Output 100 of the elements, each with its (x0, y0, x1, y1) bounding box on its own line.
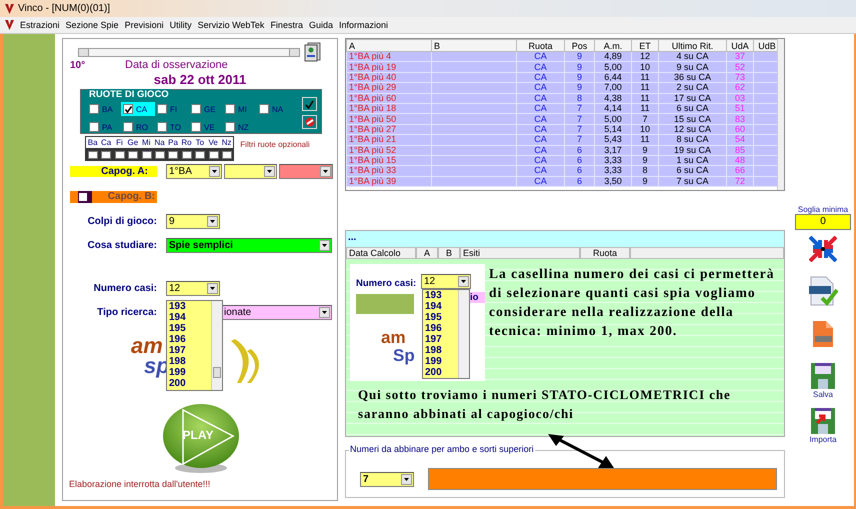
dropdown-option[interactable]: 198 (169, 356, 211, 367)
filters-note: Filtri ruote opzionali (240, 140, 310, 149)
checkbox[interactable] (157, 122, 167, 132)
menu-item[interactable]: Sezione Spie (62, 20, 122, 30)
filter-label: Ve (206, 137, 220, 148)
dropdown-option: 198 (425, 345, 458, 356)
menu-item[interactable]: Servizio WebTek (194, 20, 268, 30)
checkbox[interactable] (259, 104, 269, 114)
menu-item[interactable]: Utility (166, 20, 195, 30)
table-cell: 1°BA più 21 (346, 134, 432, 146)
checkbox[interactable] (225, 122, 235, 132)
filter-checkbox[interactable] (168, 151, 178, 159)
dropdown-option: 194 (425, 301, 458, 312)
dropdown-option: 199 (425, 356, 458, 367)
dropdown-option[interactable]: 200 (169, 378, 211, 389)
filter-checkbox[interactable] (208, 151, 219, 159)
checkbox[interactable] (225, 104, 235, 114)
filter-checkbox[interactable] (142, 151, 152, 159)
vertical-scrollbar[interactable] (211, 301, 222, 390)
note-text: Qui sotto troviamo i numeri STATO-CICLOMETRICI che saranno abbinati al capogioco/chi (358, 386, 732, 423)
dropdown[interactable]: 12 (421, 274, 471, 289)
column-header[interactable]: A (416, 247, 438, 259)
checkbox[interactable] (191, 122, 201, 132)
caret-icon (210, 287, 215, 290)
checkbox[interactable] (191, 104, 201, 114)
column-header[interactable]: Ruota (516, 40, 564, 52)
filter-label: Na (152, 137, 166, 148)
wheel-label: TO (170, 122, 181, 132)
checkbox[interactable] (89, 122, 99, 132)
filter-label: Mi (140, 137, 153, 148)
dropdown-option[interactable]: 195 (169, 323, 211, 334)
column-header[interactable]: Esiti (460, 247, 580, 259)
dropdown-option[interactable]: 196 (169, 334, 211, 345)
checkbox[interactable] (89, 104, 99, 114)
column-header[interactable]: Ruota (580, 247, 630, 259)
column-header[interactable]: Pos (564, 40, 594, 52)
dropdown[interactable] (224, 164, 277, 179)
wheel-label: RO (136, 122, 148, 132)
column-header[interactable]: A (346, 40, 432, 52)
column-header[interactable]: Data Calcolo (346, 247, 416, 259)
column-header[interactable]: A.m. (594, 40, 632, 52)
table-cell: 1°BA più 40 (346, 72, 432, 83)
color-block (356, 294, 414, 314)
caret-icon (322, 244, 327, 247)
dropdown-option[interactable]: 199 (169, 367, 211, 378)
dropdown-option: 193 (425, 290, 458, 301)
counter-label: 10° (70, 60, 86, 70)
select-all-button[interactable] (302, 97, 317, 111)
dropdown[interactable]: 9 (166, 214, 220, 229)
filter-label: Nz (220, 137, 234, 148)
arrows-inward-icon[interactable] (809, 236, 837, 262)
vertical-scrollbar[interactable] (777, 39, 784, 190)
dropdown[interactable]: 1°BA (166, 164, 222, 179)
filter-checkbox[interactable] (101, 151, 112, 159)
dropdown-option[interactable]: 197 (169, 345, 211, 356)
logo-text: am (131, 335, 163, 357)
dropdown[interactable]: 12 (166, 281, 220, 296)
column-header[interactable]: B (438, 247, 460, 259)
checkbox[interactable] (123, 104, 133, 114)
filter-checkbox[interactable] (128, 151, 138, 159)
clear-button[interactable] (302, 115, 317, 129)
column-header[interactable]: Ultimo Rit. (658, 40, 726, 52)
floppy-import-icon[interactable] (810, 407, 836, 435)
dropdown[interactable]: Spie semplici (166, 238, 332, 253)
menu-item[interactable]: Guida (306, 20, 336, 30)
field-label: Capog. A: (70, 166, 157, 177)
dropdown[interactable]: 7 (360, 472, 414, 486)
filter-checkbox[interactable] (182, 151, 192, 159)
tool-label: Importa (809, 435, 837, 444)
printer-icon[interactable] (304, 42, 322, 62)
field-label: Numero casi: (356, 278, 416, 289)
field-label: Tipo ricerca: (96, 307, 158, 318)
horizontal-scrollbar[interactable] (78, 48, 300, 56)
filter-checkbox[interactable] (154, 151, 165, 159)
column-header[interactable]: B (432, 40, 516, 52)
dropdown-list[interactable]: 193 194 195 196 197 198 199 200 (166, 300, 223, 391)
checkbox[interactable] (157, 104, 167, 114)
checkbox[interactable] (123, 122, 133, 132)
filter-checkbox[interactable] (195, 151, 206, 159)
filter-checkbox[interactable] (88, 151, 98, 159)
column-header[interactable]: ET (632, 40, 658, 52)
html-check-icon[interactable] (808, 276, 838, 306)
threshold-field[interactable]: 0 (795, 214, 851, 230)
dropdown[interactable] (279, 164, 333, 179)
menu-item[interactable]: Previsioni (122, 20, 167, 30)
menu-item[interactable]: Estrazioni (17, 20, 63, 30)
menu-item[interactable]: Finestra (267, 20, 306, 30)
info-bar: ... (346, 231, 784, 247)
filter-checkbox[interactable] (114, 151, 125, 159)
filter-checkbox[interactable] (222, 151, 232, 159)
column-header[interactable]: UdA (726, 40, 754, 52)
dropdown-option[interactable]: 194 (169, 312, 211, 323)
html-file-icon[interactable] (812, 320, 834, 348)
caret-icon (322, 311, 327, 314)
wheel-label: CA (136, 104, 148, 114)
filter-label: Ge (126, 137, 140, 148)
menu-item[interactable]: Informazioni (336, 20, 392, 30)
table-cell: 1°BA più 29 (346, 82, 432, 94)
checkbox[interactable] (78, 192, 88, 202)
note-text: La casellina numero dei casi ci permetterà di selezionare quanti casi spia vogliamo considerare nella realizzazione della tecnica: minimo 1, max 200. (489, 265, 776, 340)
